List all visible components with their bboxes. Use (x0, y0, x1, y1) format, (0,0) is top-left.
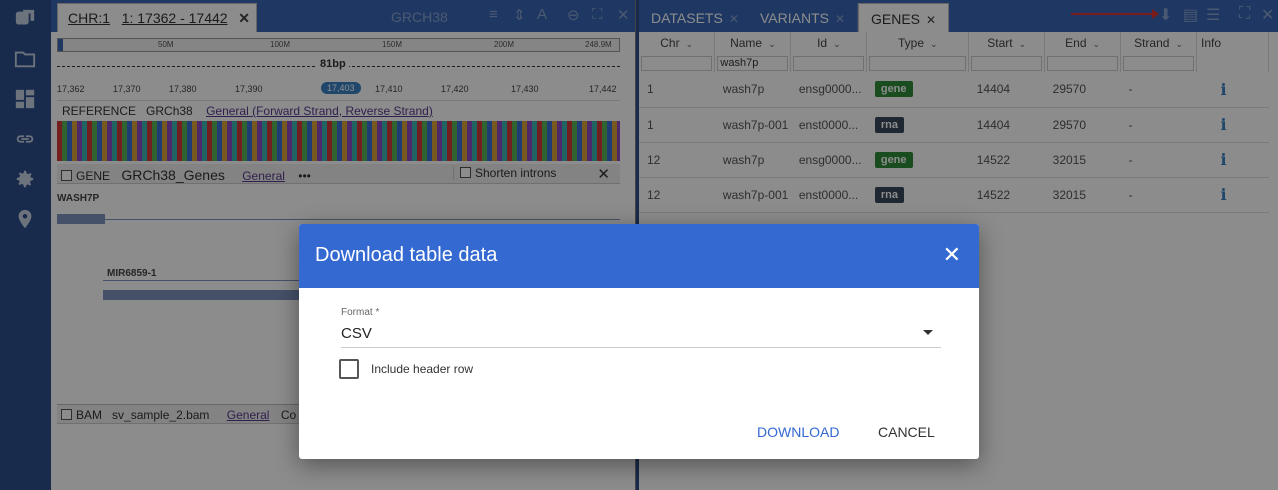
dialog-title: Download table data (315, 244, 498, 266)
dialog-header: Download table data ✕ (299, 224, 979, 288)
format-select[interactable]: CSV (341, 322, 941, 348)
format-label: Format * (341, 307, 380, 318)
format-value: CSV (341, 325, 372, 342)
download-dialog: Download table data ✕ Format * CSV Inclu… (299, 224, 979, 459)
download-button[interactable]: DOWNLOAD (757, 424, 839, 440)
include-header-checkbox[interactable] (339, 359, 359, 379)
include-header-label[interactable]: Include header row (371, 362, 473, 376)
close-icon[interactable]: ✕ (943, 242, 961, 268)
caret-down-icon (923, 330, 933, 335)
cancel-button[interactable]: CANCEL (878, 424, 935, 440)
